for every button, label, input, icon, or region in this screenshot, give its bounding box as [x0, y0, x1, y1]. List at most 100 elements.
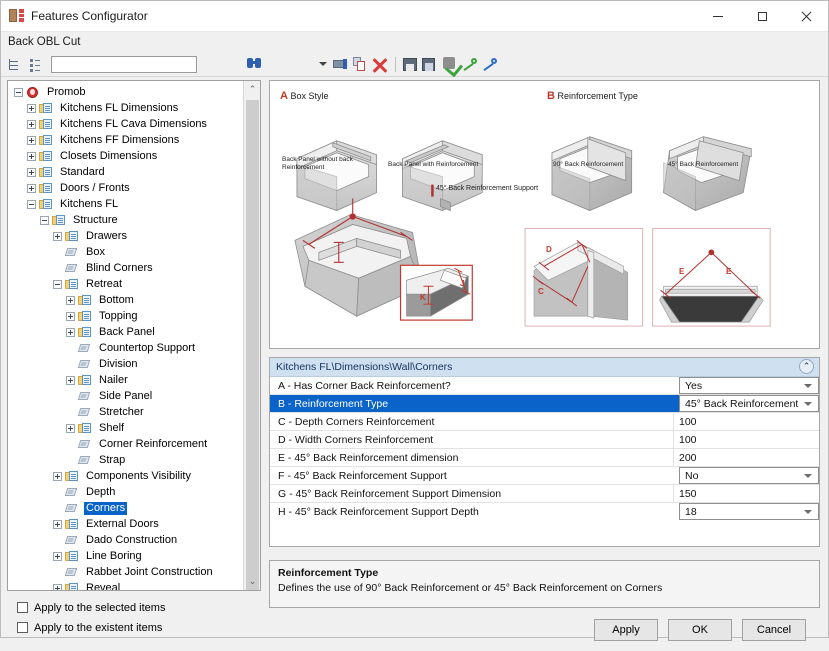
tree-item-kitchens-fl-cava-dimensions[interactable]: Kitchens FL Cava Dimensions [10, 116, 243, 132]
scroll-thumb[interactable] [246, 100, 259, 591]
expand-plus-icon[interactable] [53, 520, 62, 529]
expand-plus-icon[interactable] [27, 104, 36, 113]
expand-plus-icon[interactable] [66, 376, 75, 385]
tree-item-corner-reinforcement[interactable]: Corner Reinforcement [10, 436, 243, 452]
tree-item-line-boring[interactable]: Line Boring [10, 548, 243, 564]
delete-x-icon[interactable] [372, 56, 389, 73]
tree-item-doors-fronts[interactable]: Doors / Fronts [10, 180, 243, 196]
apply-existent-items-checkbox[interactable]: Apply to the existent items [17, 619, 261, 636]
tree-scrollbar[interactable]: ⌃ ⌄ [243, 81, 260, 590]
property-value-input[interactable]: 100 [673, 413, 819, 430]
expand-plus-icon[interactable] [27, 136, 36, 145]
close-button[interactable] [784, 1, 828, 31]
tree-item-nailer[interactable]: Nailer [10, 372, 243, 388]
tree-item-division[interactable]: Division [10, 356, 243, 372]
tree-item-corners[interactable]: Corners [10, 500, 243, 516]
property-row[interactable]: B - Reinforcement Type45° Back Reinforce… [270, 395, 819, 413]
tree-item-back-panel[interactable]: Back Panel [10, 324, 243, 340]
tree-item-reveal[interactable]: Reveal [10, 580, 243, 590]
tree-item-side-panel[interactable]: Side Panel [10, 388, 243, 404]
expand-plus-icon[interactable] [66, 424, 75, 433]
tree-item-structure[interactable]: Structure [10, 212, 243, 228]
expand-plus-icon[interactable] [53, 232, 62, 241]
scroll-down-button[interactable]: ⌄ [244, 573, 261, 590]
expand-plus-icon[interactable] [66, 312, 75, 321]
tree-item-blind-corners[interactable]: Blind Corners [10, 260, 243, 276]
chevron-down-icon[interactable] [319, 62, 327, 66]
maximize-button[interactable] [740, 1, 784, 31]
duplicate-icon[interactable] [352, 56, 369, 73]
tree-item-dado-construction[interactable]: Dado Construction [10, 532, 243, 548]
tree-item-kitchens-fl-dimensions[interactable]: Kitchens FL Dimensions [10, 100, 243, 116]
minimize-button[interactable] [696, 1, 740, 31]
property-row[interactable]: E - 45° Back Reinforcement dimension200 [270, 449, 819, 467]
property-row[interactable]: G - 45° Back Reinforcement Support Dimen… [270, 485, 819, 503]
scroll-up-button[interactable]: ⌃ [244, 81, 261, 98]
key-green-icon[interactable] [462, 56, 479, 73]
tree-item-closets-dimensions[interactable]: Closets Dimensions [10, 148, 243, 164]
tree-item-topping[interactable]: Topping [10, 308, 243, 324]
property-row[interactable]: C - Depth Corners Reinforcement100 [270, 413, 819, 431]
expand-plus-icon[interactable] [53, 552, 62, 561]
chevron-down-icon[interactable] [804, 402, 812, 406]
checkbox-box[interactable] [17, 602, 28, 613]
tree-collapse-icon[interactable] [7, 57, 22, 72]
tree-item-kitchens-fl[interactable]: Kitchens FL [10, 196, 243, 212]
collapse-minus-icon[interactable] [27, 200, 36, 209]
property-value-input[interactable]: 100 [673, 431, 819, 448]
property-row[interactable]: H - 45° Back Reinforcement Support Depth… [270, 503, 819, 520]
binoculars-icon[interactable] [247, 56, 263, 70]
property-value-dropdown[interactable]: 45° Back Reinforcement [679, 395, 819, 412]
property-value-dropdown[interactable]: 18 [679, 503, 819, 520]
expand-plus-icon[interactable] [53, 584, 62, 591]
expand-plus-icon[interactable] [27, 168, 36, 177]
chevron-down-icon[interactable] [804, 384, 812, 388]
property-value-dropdown[interactable]: No [679, 467, 819, 484]
collapse-minus-icon[interactable] [40, 216, 49, 225]
floppy-save-as-icon[interactable] [422, 56, 439, 73]
cancel-button[interactable]: Cancel [742, 619, 806, 641]
checkbox-box[interactable] [17, 622, 28, 633]
tree-item-bottom[interactable]: Bottom [10, 292, 243, 308]
list-order-icon[interactable] [27, 57, 42, 72]
tree-item-kitchens-ff-dimensions[interactable]: Kitchens FF Dimensions [10, 132, 243, 148]
expand-plus-icon[interactable] [27, 184, 36, 193]
property-value-dropdown[interactable]: Yes [679, 377, 819, 394]
property-row[interactable]: F - 45° Back Reinforcement SupportNo [270, 467, 819, 485]
floppy-save-icon[interactable] [402, 56, 419, 73]
collapse-minus-icon[interactable] [53, 280, 62, 289]
green-check-icon[interactable] [442, 56, 459, 73]
chevron-down-icon[interactable] [804, 510, 812, 514]
property-row[interactable]: A - Has Corner Back Reinforcement?Yes [270, 377, 819, 395]
tree-item-box[interactable]: Box [10, 244, 243, 260]
apply-selected-items-checkbox[interactable]: Apply to the selected items [17, 599, 261, 616]
tree-item-shelf[interactable]: Shelf [10, 420, 243, 436]
expand-plus-icon[interactable] [66, 328, 75, 337]
key-blue-icon[interactable] [482, 56, 499, 73]
property-value-input[interactable]: 150 [673, 485, 819, 502]
chevron-down-icon[interactable] [804, 474, 812, 478]
property-row[interactable]: D - Width Corners Reinforcement100 [270, 431, 819, 449]
property-value-input[interactable]: 200 [673, 449, 819, 466]
tree-item-external-doors[interactable]: External Doors [10, 516, 243, 532]
ok-button[interactable]: OK [668, 619, 732, 641]
expand-plus-icon[interactable] [27, 120, 36, 129]
tree-item-countertop-support[interactable]: Countertop Support [10, 340, 243, 356]
tree-item-standard[interactable]: Standard [10, 164, 243, 180]
rename-icon[interactable] [332, 56, 349, 73]
expand-plus-icon[interactable] [66, 296, 75, 305]
tree-item-retreat[interactable]: Retreat [10, 276, 243, 292]
tree-item-depth[interactable]: Depth [10, 484, 243, 500]
tree-item-promob[interactable]: Promob [10, 84, 243, 100]
tree-item-strap[interactable]: Strap [10, 452, 243, 468]
tree-item-drawers[interactable]: Drawers [10, 228, 243, 244]
search-input[interactable] [51, 56, 197, 73]
apply-button[interactable]: Apply [594, 619, 658, 641]
collapse-minus-icon[interactable] [14, 88, 23, 97]
tree-item-components-visibility[interactable]: Components Visibility [10, 468, 243, 484]
chevron-up-circle-icon[interactable]: ⌃ [799, 359, 814, 374]
tree-item-rabbet-joint-construction[interactable]: Rabbet Joint Construction [10, 564, 243, 580]
tree-item-stretcher[interactable]: Stretcher [10, 404, 243, 420]
expand-plus-icon[interactable] [53, 472, 62, 481]
expand-plus-icon[interactable] [27, 152, 36, 161]
